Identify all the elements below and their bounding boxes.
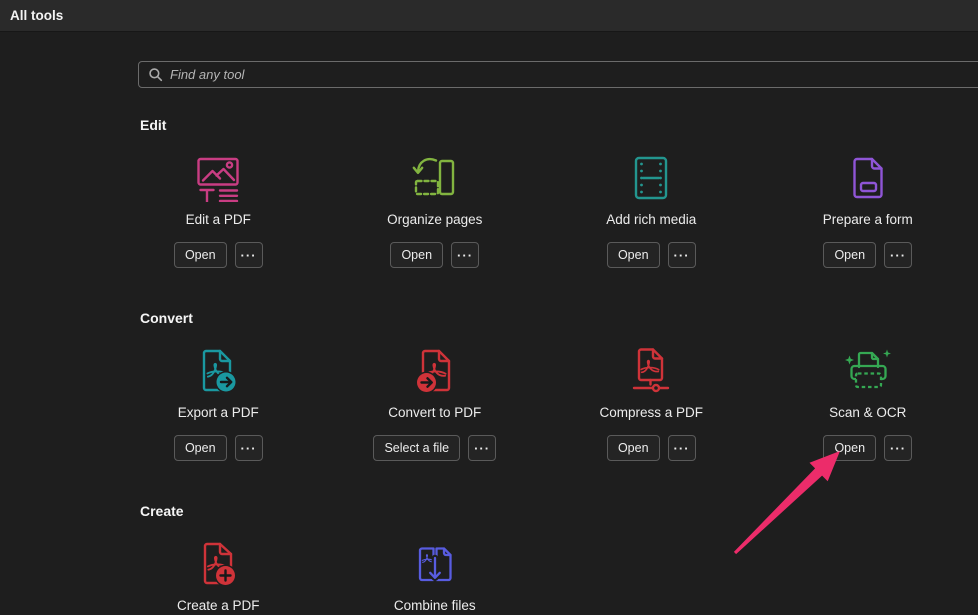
tool-label: Combine files	[394, 598, 476, 614]
tool-card-create-a-pdf: Create a PDF	[110, 540, 327, 614]
more-options-button[interactable]: ···	[884, 435, 912, 461]
tool-card-add-rich-media: Add rich media Open ···	[543, 154, 760, 268]
section-title: Create	[140, 503, 978, 520]
edit-a-pdf-open-button[interactable]: Open	[174, 242, 227, 268]
scan-and-ocr-icon	[844, 347, 892, 395]
page-title: All tools	[10, 8, 63, 23]
tool-card-edit-a-pdf: Edit a PDF Open ···	[110, 154, 327, 268]
tool-card-combine-files: Combine files	[327, 540, 544, 614]
section-title: Convert	[140, 310, 978, 327]
combine-files-icon	[411, 540, 459, 588]
section-title: Edit	[140, 117, 978, 134]
prepare-a-form-open-button[interactable]: Open	[823, 242, 876, 268]
tool-label: Compress a PDF	[599, 405, 703, 421]
more-options-button[interactable]: ···	[468, 435, 496, 461]
more-options-button[interactable]: ···	[235, 242, 263, 268]
tool-card-scan-and-ocr: Scan & OCR Open ···	[760, 347, 977, 461]
more-options-button[interactable]: ···	[235, 435, 263, 461]
convert-to-pdf-icon	[411, 347, 459, 395]
section-create: Create Create a PDF Combine files	[110, 503, 978, 614]
compress-a-pdf-icon	[627, 347, 675, 395]
prepare-a-form-icon	[844, 154, 892, 202]
add-rich-media-open-button[interactable]: Open	[607, 242, 660, 268]
tool-label: Export a PDF	[178, 405, 259, 421]
compress-a-pdf-open-button[interactable]: Open	[607, 435, 660, 461]
tool-card-export-a-pdf: Export a PDF Open ···	[110, 347, 327, 461]
more-options-button[interactable]: ···	[884, 242, 912, 268]
section-convert: Convert Export a PDF Open ··· Convert to…	[110, 310, 978, 461]
export-a-pdf-open-button[interactable]: Open	[174, 435, 227, 461]
tool-card-prepare-a-form: Prepare a form Open ···	[760, 154, 977, 268]
tool-label: Prepare a form	[823, 212, 913, 228]
scan-and-ocr-open-button[interactable]: Open	[823, 435, 876, 461]
tool-label: Convert to PDF	[388, 405, 481, 421]
tool-label: Create a PDF	[177, 598, 260, 614]
tool-card-compress-a-pdf: Compress a PDF Open ···	[543, 347, 760, 461]
export-a-pdf-icon	[194, 347, 242, 395]
tool-label: Scan & OCR	[829, 405, 906, 421]
more-options-button[interactable]: ···	[668, 242, 696, 268]
section-edit: Edit Edit a PDF Open ··· Organize pages …	[110, 117, 978, 268]
more-options-button[interactable]: ···	[451, 242, 479, 268]
tools-list: Edit Edit a PDF Open ··· Organize pages …	[110, 0, 978, 615]
tool-label: Edit a PDF	[186, 212, 251, 228]
edit-a-pdf-icon	[194, 154, 242, 202]
organize-pages-open-button[interactable]: Open	[390, 242, 443, 268]
tool-card-convert-to-pdf: Convert to PDF Select a file ···	[327, 347, 544, 461]
create-a-pdf-icon	[194, 540, 242, 588]
tool-label: Organize pages	[387, 212, 482, 228]
tool-card-organize-pages: Organize pages Open ···	[327, 154, 544, 268]
add-rich-media-icon	[627, 154, 675, 202]
more-options-button[interactable]: ···	[668, 435, 696, 461]
tool-label: Add rich media	[606, 212, 696, 228]
convert-to-pdf-select-a-file-button[interactable]: Select a file	[373, 435, 460, 461]
organize-pages-icon	[411, 154, 459, 202]
